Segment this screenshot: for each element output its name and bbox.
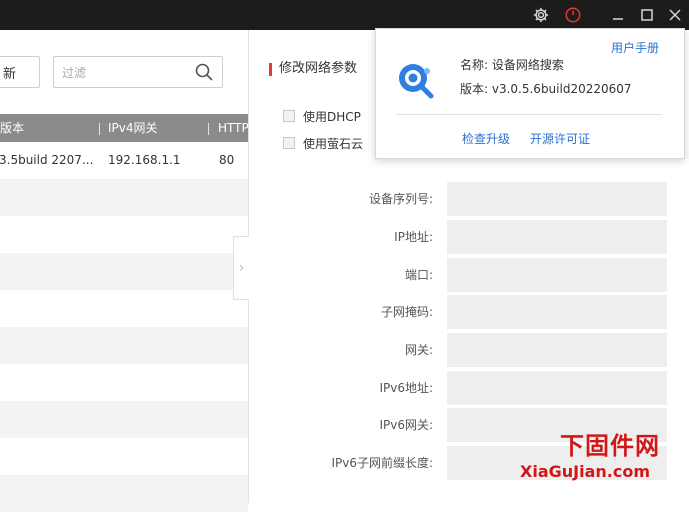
column-separator[interactable]	[208, 123, 209, 135]
table-row[interactable]	[0, 475, 248, 512]
checkbox-box[interactable]	[283, 110, 295, 122]
watermark: 下固件网 XiaGuJian.com	[520, 426, 689, 501]
about-popup: 用户手册 名称: 设备网络搜索 版本: v3.0.5.6build2022060…	[375, 28, 685, 159]
field-gateway: 网关:	[249, 333, 689, 367]
field-label: 设备序列号:	[368, 192, 433, 206]
use-ezviz-label: 使用萤石云	[303, 137, 364, 151]
field-label: 网关:	[404, 343, 433, 357]
maximize-icon[interactable]	[636, 4, 658, 26]
close-icon[interactable]	[664, 4, 686, 26]
table-row[interactable]	[0, 327, 248, 364]
chevron-right-icon: ›	[238, 260, 245, 276]
field-ip-address: IP地址:	[249, 220, 689, 254]
app-version-text: 版本: v3.0.5.6build20220607	[460, 82, 632, 96]
gear-icon[interactable]	[530, 4, 552, 26]
watermark-en: XiaGuJian.com	[520, 462, 650, 481]
app-name-text: 名称: 设备网络搜索	[460, 58, 564, 72]
device-list-panel: 新 版本 IPv4网关 HTTP 3.5build 2207... 192.16…	[0, 30, 248, 512]
cell-http: 80	[219, 153, 235, 167]
table-row[interactable]	[0, 253, 248, 290]
table-header: 版本 IPv4网关 HTTP	[0, 114, 248, 142]
user-manual-link[interactable]: 用户手册	[611, 39, 659, 56]
subnet-mask-input[interactable]	[447, 295, 667, 329]
field-label: IPv6网关:	[379, 418, 433, 432]
section-marker	[269, 63, 272, 76]
field-label: 子网掩码:	[380, 305, 433, 319]
search-icon[interactable]	[194, 62, 214, 85]
field-subnet-mask: 子网掩码:	[249, 295, 689, 329]
table-row[interactable]	[0, 438, 248, 475]
section-title: 修改网络参数	[279, 61, 358, 76]
table-row[interactable]	[0, 290, 248, 327]
ip-address-input[interactable]	[447, 220, 667, 254]
field-label: 端口:	[404, 268, 433, 282]
gateway-input[interactable]	[447, 333, 667, 367]
check-update-link[interactable]: 检查升级	[462, 130, 510, 147]
field-label: IP地址:	[394, 230, 433, 244]
use-dhcp-label: 使用DHCP	[303, 110, 361, 124]
table-row[interactable]: 3.5build 2207... 192.168.1.1 80	[0, 142, 248, 179]
checkbox-box[interactable]	[283, 137, 295, 149]
filter-input[interactable]	[60, 62, 184, 84]
column-header-http[interactable]: HTTP	[218, 114, 248, 142]
power-icon[interactable]	[562, 4, 584, 26]
port-input[interactable]	[447, 258, 667, 292]
field-label: IPv6地址:	[379, 381, 433, 395]
table-row[interactable]	[0, 401, 248, 438]
title-bar	[0, 0, 689, 30]
refresh-button-label: 新	[3, 66, 17, 82]
field-serial-number: 设备序列号:	[249, 182, 689, 216]
table-row[interactable]	[0, 216, 248, 253]
refresh-button[interactable]: 新	[0, 56, 40, 88]
cell-gateway: 192.168.1.1	[108, 153, 181, 167]
field-port: 端口:	[249, 258, 689, 292]
column-header-version[interactable]: 版本	[0, 114, 90, 142]
serial-number-input[interactable]	[447, 182, 667, 216]
app-logo-icon	[394, 59, 436, 104]
minimize-icon[interactable]	[607, 4, 629, 26]
cell-version: 3.5build 2207...	[0, 153, 94, 167]
filter-box	[53, 56, 223, 88]
open-source-license-link[interactable]: 开源许可证	[530, 130, 590, 147]
watermark-cn: 下固件网	[560, 432, 660, 460]
field-label: IPv6子网前缀长度:	[331, 456, 433, 470]
popup-divider	[396, 114, 662, 115]
collapse-panel-button[interactable]: ›	[233, 236, 249, 300]
table-row[interactable]	[0, 179, 248, 216]
column-separator[interactable]	[99, 123, 100, 135]
table-row[interactable]	[0, 364, 248, 401]
column-header-ipv4-gateway[interactable]: IPv4网关	[108, 114, 198, 142]
field-ipv6-address: IPv6地址:	[249, 371, 689, 405]
ipv6-address-input[interactable]	[447, 371, 667, 405]
